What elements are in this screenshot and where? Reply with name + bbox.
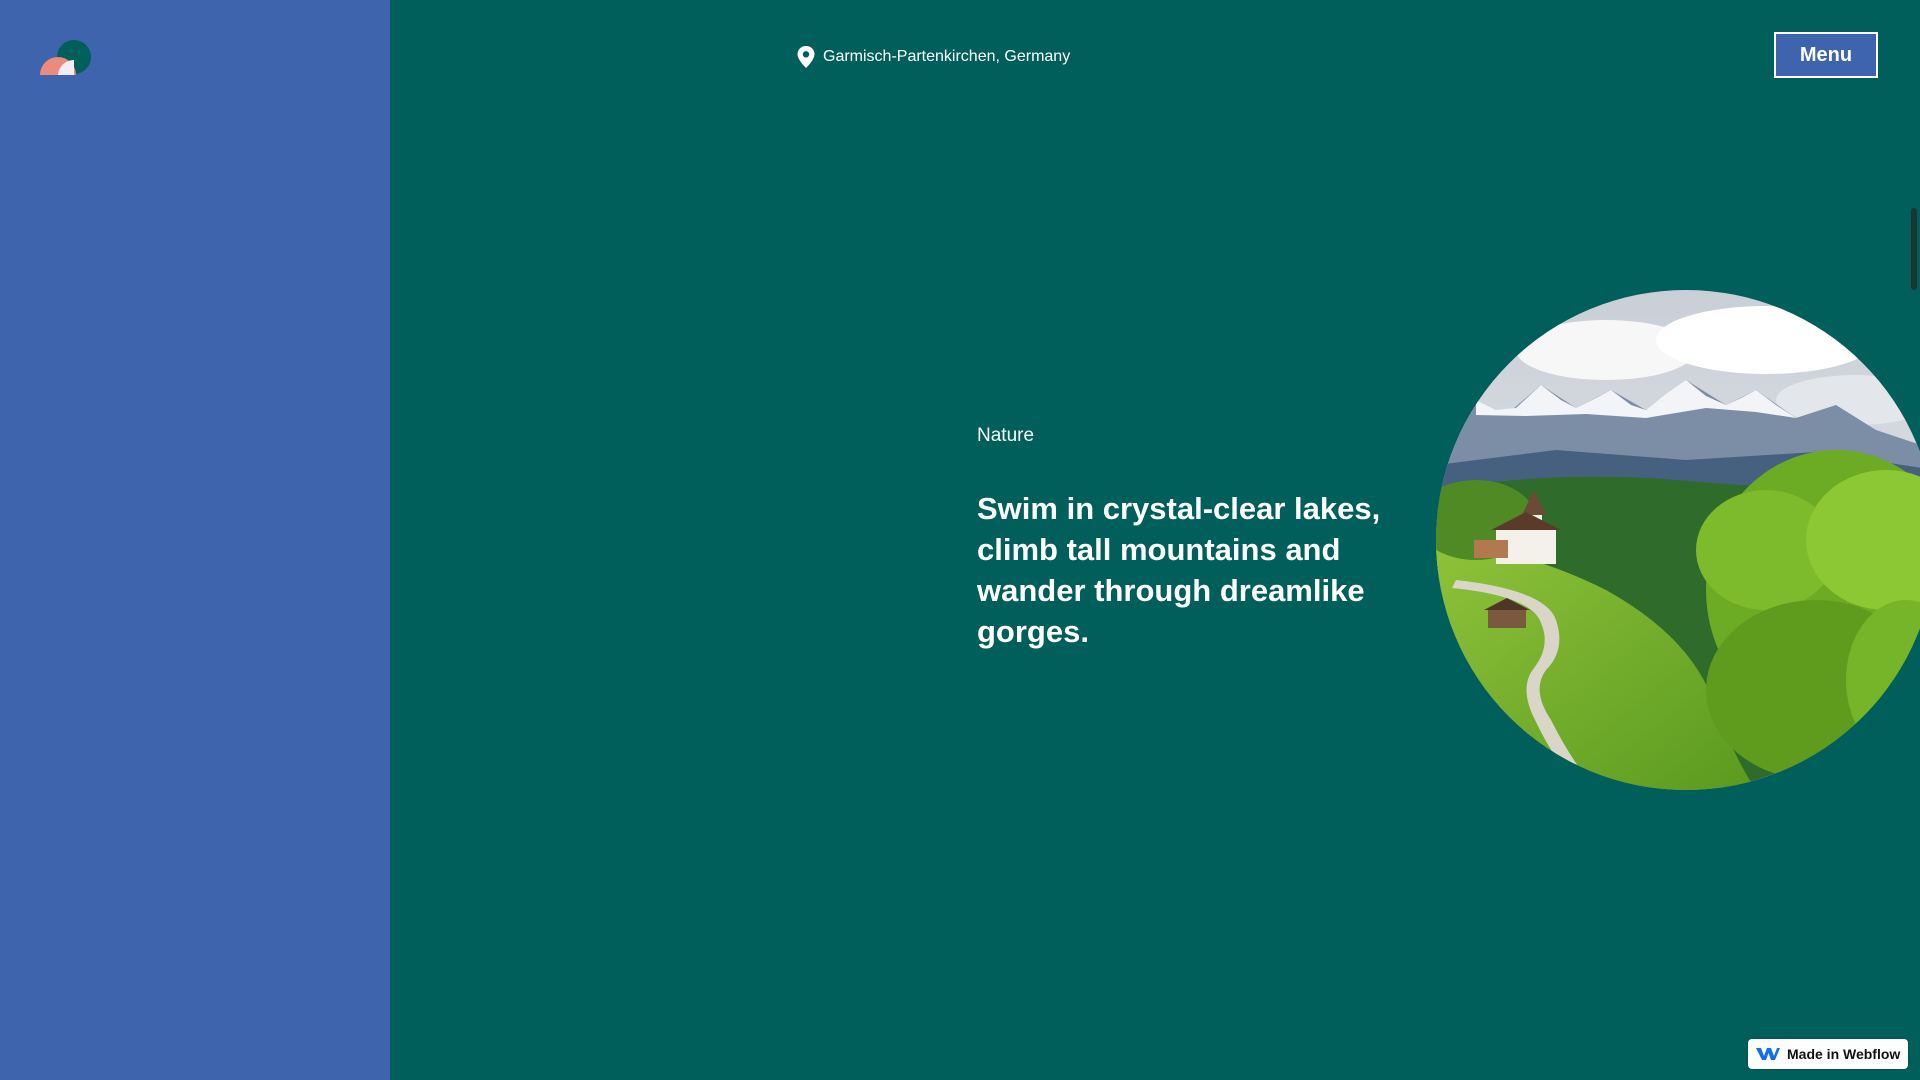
- menu-button[interactable]: Menu: [1774, 32, 1878, 78]
- scrollbar-thumb[interactable]: [1911, 208, 1917, 290]
- map-pin-icon: [797, 46, 815, 68]
- category-label: Nature: [977, 425, 1035, 446]
- headline: Swim in crystal-clear lakes, climb tall …: [977, 491, 1381, 649]
- location-label: Garmisch-Partenkirchen, Germany: [797, 46, 1070, 68]
- location-text: Garmisch-Partenkirchen, Germany: [823, 48, 1071, 65]
- left-panel: [0, 0, 390, 1080]
- badge-label: Made in Webflow: [1787, 1046, 1901, 1062]
- site-logo[interactable]: [38, 38, 94, 78]
- page: Garmisch-Partenkirchen, Germany Menu Nat…: [0, 0, 1920, 1080]
- webflow-logo-icon: [1756, 1047, 1780, 1061]
- made-in-webflow-badge[interactable]: Made in Webflow: [1748, 1039, 1908, 1069]
- landscape-photo: [1436, 290, 1920, 790]
